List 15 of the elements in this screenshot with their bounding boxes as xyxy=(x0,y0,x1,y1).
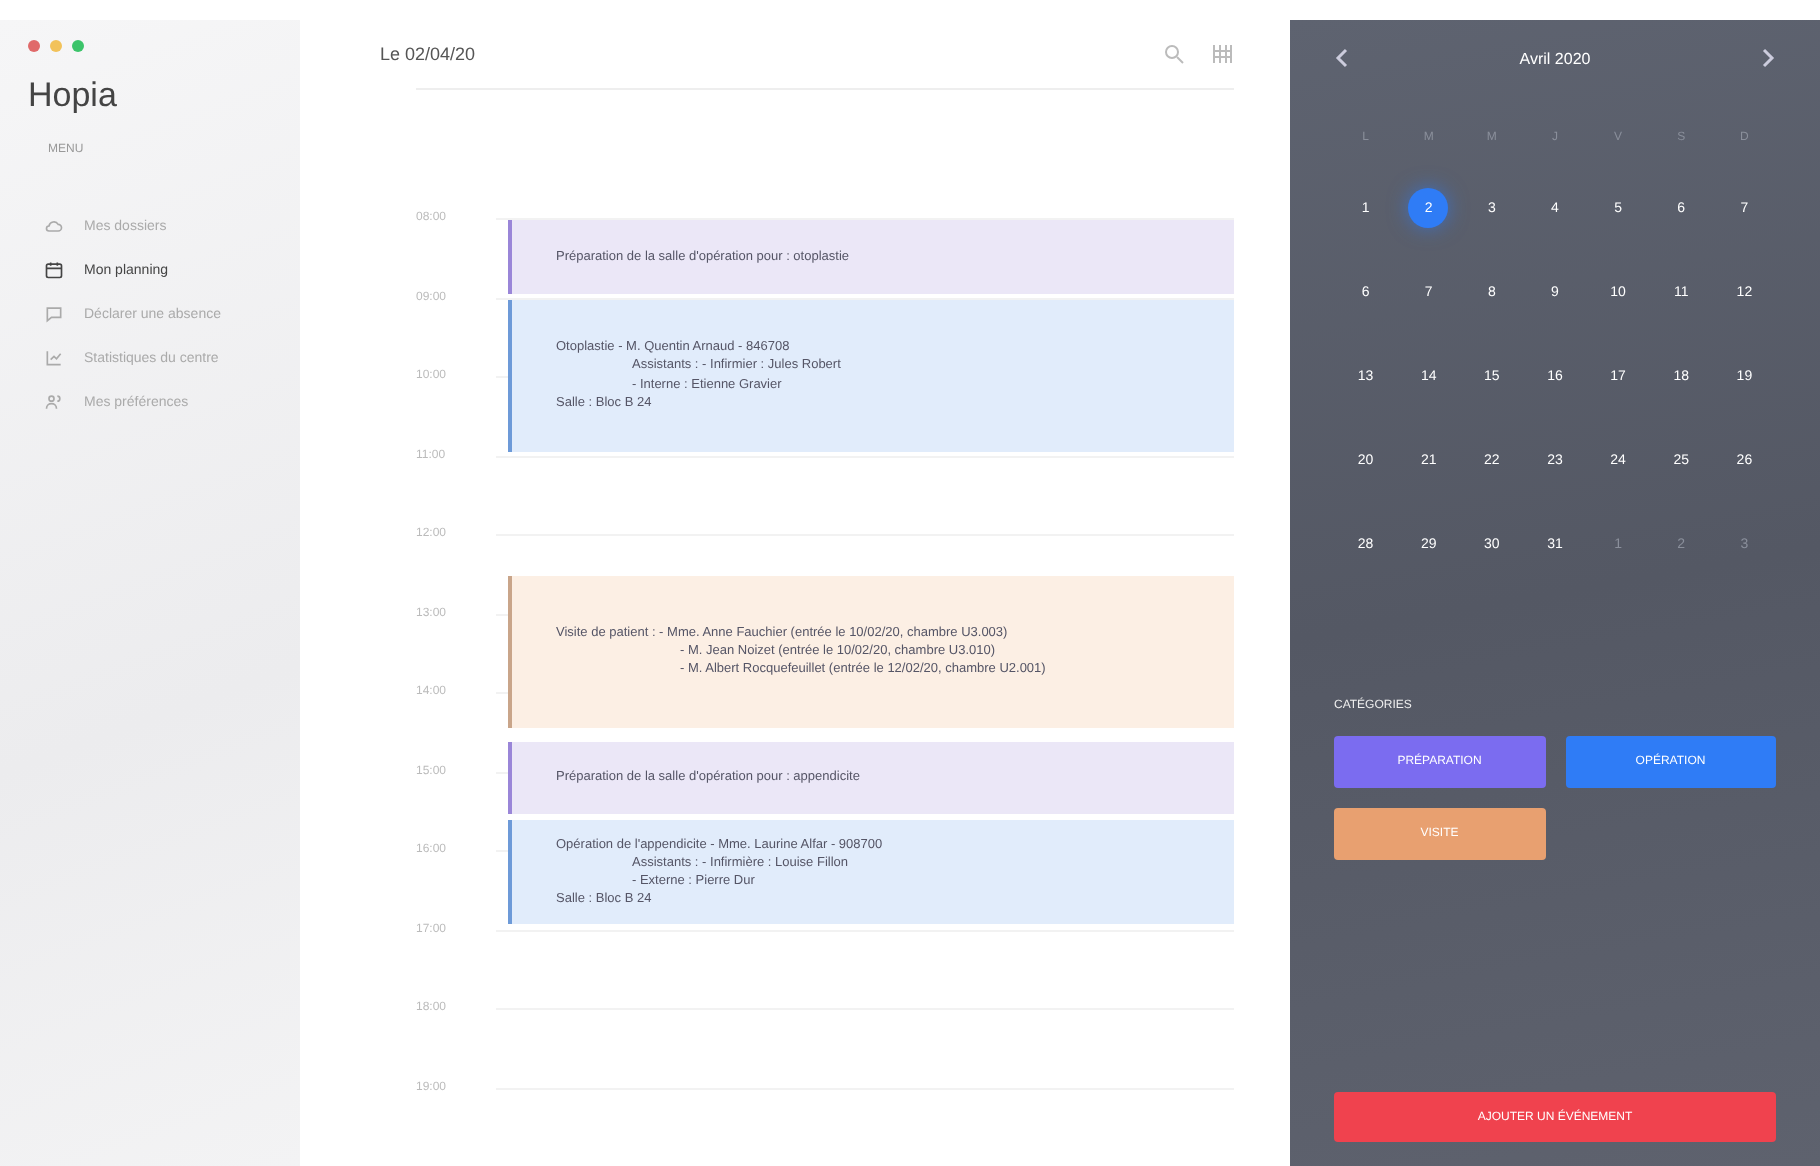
month-title: Avril 2020 xyxy=(1519,49,1591,67)
app-title: Hopia xyxy=(28,76,119,116)
window-control[interactable] xyxy=(50,40,62,52)
date-heading: Le 02/04/20 xyxy=(380,44,476,64)
search-icon[interactable] xyxy=(1162,42,1186,66)
cloud-icon xyxy=(44,216,64,236)
previous-month-button[interactable] xyxy=(1334,48,1350,68)
window-control[interactable] xyxy=(72,40,84,52)
grid-icon[interactable] xyxy=(1210,42,1234,66)
window-control[interactable] xyxy=(28,40,40,52)
calendar-icon xyxy=(44,260,64,280)
users-icon xyxy=(44,392,64,412)
chat-icon xyxy=(44,304,64,324)
next-month-button[interactable] xyxy=(1760,48,1776,68)
chart-icon xyxy=(44,348,64,368)
